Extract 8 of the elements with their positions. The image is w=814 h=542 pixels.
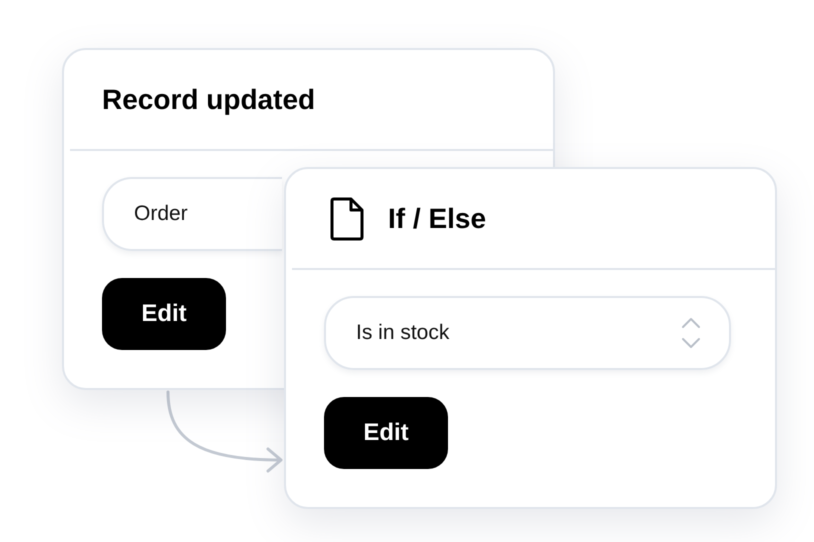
document-icon bbox=[330, 196, 364, 240]
edit-button[interactable]: Edit bbox=[324, 397, 448, 469]
card-title: If / Else bbox=[388, 202, 486, 234]
edit-button[interactable]: Edit bbox=[102, 278, 226, 350]
chevron-up-down-icon bbox=[681, 317, 701, 349]
select-field[interactable]: Order bbox=[102, 177, 282, 251]
select-field[interactable]: Is in stock bbox=[324, 296, 731, 370]
card-title: Record updated bbox=[102, 84, 316, 116]
